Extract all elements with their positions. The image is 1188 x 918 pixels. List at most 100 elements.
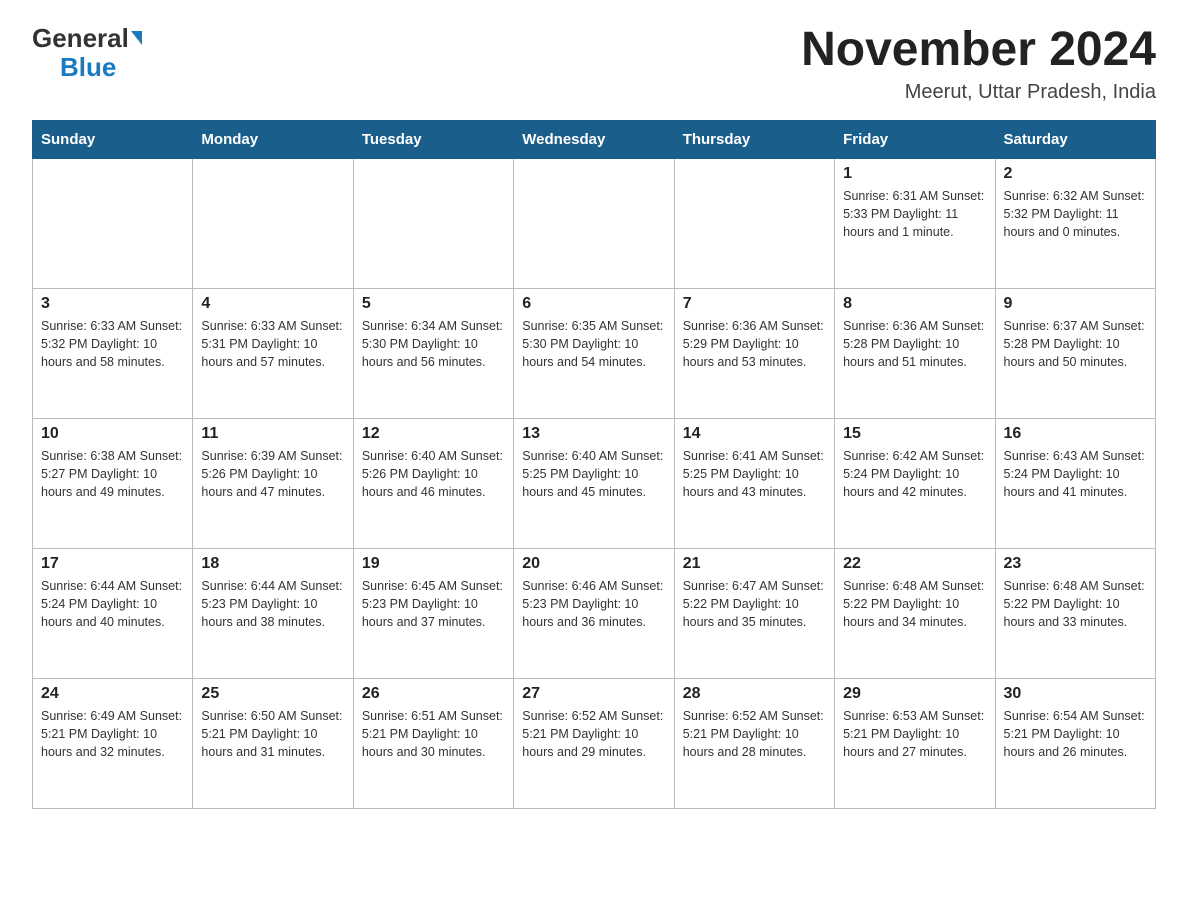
day-number: 16: [1004, 425, 1147, 443]
calendar-cell: 19Sunrise: 6:45 AM Sunset: 5:23 PM Dayli…: [353, 548, 513, 678]
calendar-cell: 11 Sunrise: 6:39 AM Sunset: 5:26 PM Dayli…: [193, 418, 353, 548]
day-info: Sunrise: 6:35 AM Sunset: 5:30 PM Dayligh…: [522, 317, 665, 371]
day-info: Sunrise: 6:44 AM Sunset: 5:23 PM Dayligh…: [201, 577, 344, 631]
day-number: 11: [201, 425, 344, 443]
day-number: 2: [1004, 165, 1147, 183]
day-info: Sunrise: 6:49 AM Sunset: 5:21 PM Dayligh…: [41, 707, 184, 761]
day-number: 15: [843, 425, 986, 443]
day-number: 4: [201, 295, 344, 313]
day-info: Sunrise: 6:52 AM Sunset: 5:21 PM Dayligh…: [522, 707, 665, 761]
day-number: 23: [1004, 555, 1147, 573]
calendar-week-row: 10 Sunrise: 6:38 AM Sunset: 5:27 PM Dayli…: [33, 418, 1156, 548]
calendar-cell: 16Sunrise: 6:43 AM Sunset: 5:24 PM Dayli…: [995, 418, 1155, 548]
calendar-cell: [674, 158, 834, 288]
day-number: 12: [362, 425, 505, 443]
day-number: 3: [41, 295, 184, 313]
day-info: Sunrise: 6:50 AM Sunset: 5:21 PM Dayligh…: [201, 707, 344, 761]
day-number: 5: [362, 295, 505, 313]
day-info: Sunrise: 6:47 AM Sunset: 5:22 PM Dayligh…: [683, 577, 826, 631]
calendar-cell: 15 Sunrise: 6:42 AM Sunset: 5:24 PM Dayli…: [835, 418, 995, 548]
calendar-cell: 1 Sunrise: 6:31 AM Sunset: 5:33 PM Daylig…: [835, 158, 995, 288]
calendar-cell: 4 Sunrise: 6:33 AM Sunset: 5:31 PM Daylig…: [193, 288, 353, 418]
day-number: 7: [683, 295, 826, 313]
day-info: Sunrise: 6:52 AM Sunset: 5:21 PM Dayligh…: [683, 707, 826, 761]
day-info: Sunrise: 6:33 AM Sunset: 5:31 PM Dayligh…: [201, 317, 344, 371]
day-number: 18: [201, 555, 344, 573]
logo-blue-text: Blue: [60, 53, 116, 82]
day-info: Sunrise: 6:34 AM Sunset: 5:30 PM Dayligh…: [362, 317, 505, 371]
column-header-tuesday: Tuesday: [353, 120, 513, 158]
calendar-cell: 5 Sunrise: 6:34 AM Sunset: 5:30 PM Daylig…: [353, 288, 513, 418]
day-info: Sunrise: 6:33 AM Sunset: 5:32 PM Dayligh…: [41, 317, 184, 371]
calendar-cell: 21 Sunrise: 6:47 AM Sunset: 5:22 PM Dayli…: [674, 548, 834, 678]
calendar-cell: 10 Sunrise: 6:38 AM Sunset: 5:27 PM Dayli…: [33, 418, 193, 548]
day-number: 8: [843, 295, 986, 313]
logo: General Blue: [32, 24, 142, 81]
day-info: Sunrise: 6:40 AM Sunset: 5:25 PM Dayligh…: [522, 447, 665, 501]
day-info: Sunrise: 6:36 AM Sunset: 5:29 PM Dayligh…: [683, 317, 826, 371]
day-info: Sunrise: 6:39 AM Sunset: 5:26 PM Dayligh…: [201, 447, 344, 501]
logo-general-text: General: [32, 23, 142, 53]
day-info: Sunrise: 6:42 AM Sunset: 5:24 PM Dayligh…: [843, 447, 986, 501]
calendar-cell: 3 Sunrise: 6:33 AM Sunset: 5:32 PM Daylig…: [33, 288, 193, 418]
day-info: Sunrise: 6:41 AM Sunset: 5:25 PM Dayligh…: [683, 447, 826, 501]
calendar-cell: 9Sunrise: 6:37 AM Sunset: 5:28 PM Daylig…: [995, 288, 1155, 418]
calendar-cell: 28 Sunrise: 6:52 AM Sunset: 5:21 PM Dayli…: [674, 678, 834, 808]
day-info: Sunrise: 6:48 AM Sunset: 5:22 PM Dayligh…: [1004, 577, 1147, 631]
location-subtitle: Meerut, Uttar Pradesh, India: [801, 81, 1156, 104]
column-header-sunday: Sunday: [33, 120, 193, 158]
calendar-cell: [193, 158, 353, 288]
day-number: 30: [1004, 685, 1147, 703]
day-number: 14: [683, 425, 826, 443]
calendar-cell: 26 Sunrise: 6:51 AM Sunset: 5:21 PM Dayli…: [353, 678, 513, 808]
calendar-cell: 14 Sunrise: 6:41 AM Sunset: 5:25 PM Dayli…: [674, 418, 834, 548]
day-info: Sunrise: 6:51 AM Sunset: 5:21 PM Dayligh…: [362, 707, 505, 761]
day-info: Sunrise: 6:44 AM Sunset: 5:24 PM Dayligh…: [41, 577, 184, 631]
calendar-cell: 27 Sunrise: 6:52 AM Sunset: 5:21 PM Dayli…: [514, 678, 674, 808]
day-number: 26: [362, 685, 505, 703]
day-number: 29: [843, 685, 986, 703]
day-info: Sunrise: 6:40 AM Sunset: 5:26 PM Dayligh…: [362, 447, 505, 501]
day-info: Sunrise: 6:45 AM Sunset: 5:23 PM Dayligh…: [362, 577, 505, 631]
calendar-cell: 22 Sunrise: 6:48 AM Sunset: 5:22 PM Dayli…: [835, 548, 995, 678]
day-number: 20: [522, 555, 665, 573]
calendar-cell: 13 Sunrise: 6:40 AM Sunset: 5:25 PM Dayli…: [514, 418, 674, 548]
calendar-week-row: 1 Sunrise: 6:31 AM Sunset: 5:33 PM Daylig…: [33, 158, 1156, 288]
calendar-cell: 30Sunrise: 6:54 AM Sunset: 5:21 PM Dayli…: [995, 678, 1155, 808]
day-number: 10: [41, 425, 184, 443]
calendar-cell: [514, 158, 674, 288]
day-info: Sunrise: 6:48 AM Sunset: 5:22 PM Dayligh…: [843, 577, 986, 631]
day-number: 22: [843, 555, 986, 573]
column-header-wednesday: Wednesday: [514, 120, 674, 158]
title-area: November 2024 Meerut, Uttar Pradesh, Ind…: [801, 24, 1156, 104]
calendar-cell: 17 Sunrise: 6:44 AM Sunset: 5:24 PM Dayli…: [33, 548, 193, 678]
day-number: 28: [683, 685, 826, 703]
calendar-week-row: 17 Sunrise: 6:44 AM Sunset: 5:24 PM Dayli…: [33, 548, 1156, 678]
day-info: Sunrise: 6:38 AM Sunset: 5:27 PM Dayligh…: [41, 447, 184, 501]
day-number: 17: [41, 555, 184, 573]
calendar-header-row: SundayMondayTuesdayWednesdayThursdayFrid…: [33, 120, 1156, 158]
day-number: 1: [843, 165, 986, 183]
day-info: Sunrise: 6:31 AM Sunset: 5:33 PM Dayligh…: [843, 187, 986, 241]
month-title: November 2024: [801, 24, 1156, 77]
calendar-cell: 8 Sunrise: 6:36 AM Sunset: 5:28 PM Daylig…: [835, 288, 995, 418]
day-info: Sunrise: 6:36 AM Sunset: 5:28 PM Dayligh…: [843, 317, 986, 371]
day-number: 24: [41, 685, 184, 703]
calendar-cell: 2 Sunrise: 6:32 AM Sunset: 5:32 PM Daylig…: [995, 158, 1155, 288]
calendar-cell: 29Sunrise: 6:53 AM Sunset: 5:21 PM Dayli…: [835, 678, 995, 808]
calendar-table: SundayMondayTuesdayWednesdayThursdayFrid…: [32, 120, 1156, 809]
day-number: 27: [522, 685, 665, 703]
calendar-week-row: 3 Sunrise: 6:33 AM Sunset: 5:32 PM Daylig…: [33, 288, 1156, 418]
logo-triangle-icon: [131, 31, 142, 45]
day-number: 21: [683, 555, 826, 573]
day-number: 13: [522, 425, 665, 443]
calendar-cell: 20Sunrise: 6:46 AM Sunset: 5:23 PM Dayli…: [514, 548, 674, 678]
column-header-monday: Monday: [193, 120, 353, 158]
calendar-cell: 23 Sunrise: 6:48 AM Sunset: 5:22 PM Dayli…: [995, 548, 1155, 678]
day-number: 25: [201, 685, 344, 703]
column-header-saturday: Saturday: [995, 120, 1155, 158]
day-info: Sunrise: 6:32 AM Sunset: 5:32 PM Dayligh…: [1004, 187, 1147, 241]
calendar-cell: 6Sunrise: 6:35 AM Sunset: 5:30 PM Daylig…: [514, 288, 674, 418]
column-header-friday: Friday: [835, 120, 995, 158]
calendar-cell: 24 Sunrise: 6:49 AM Sunset: 5:21 PM Dayli…: [33, 678, 193, 808]
